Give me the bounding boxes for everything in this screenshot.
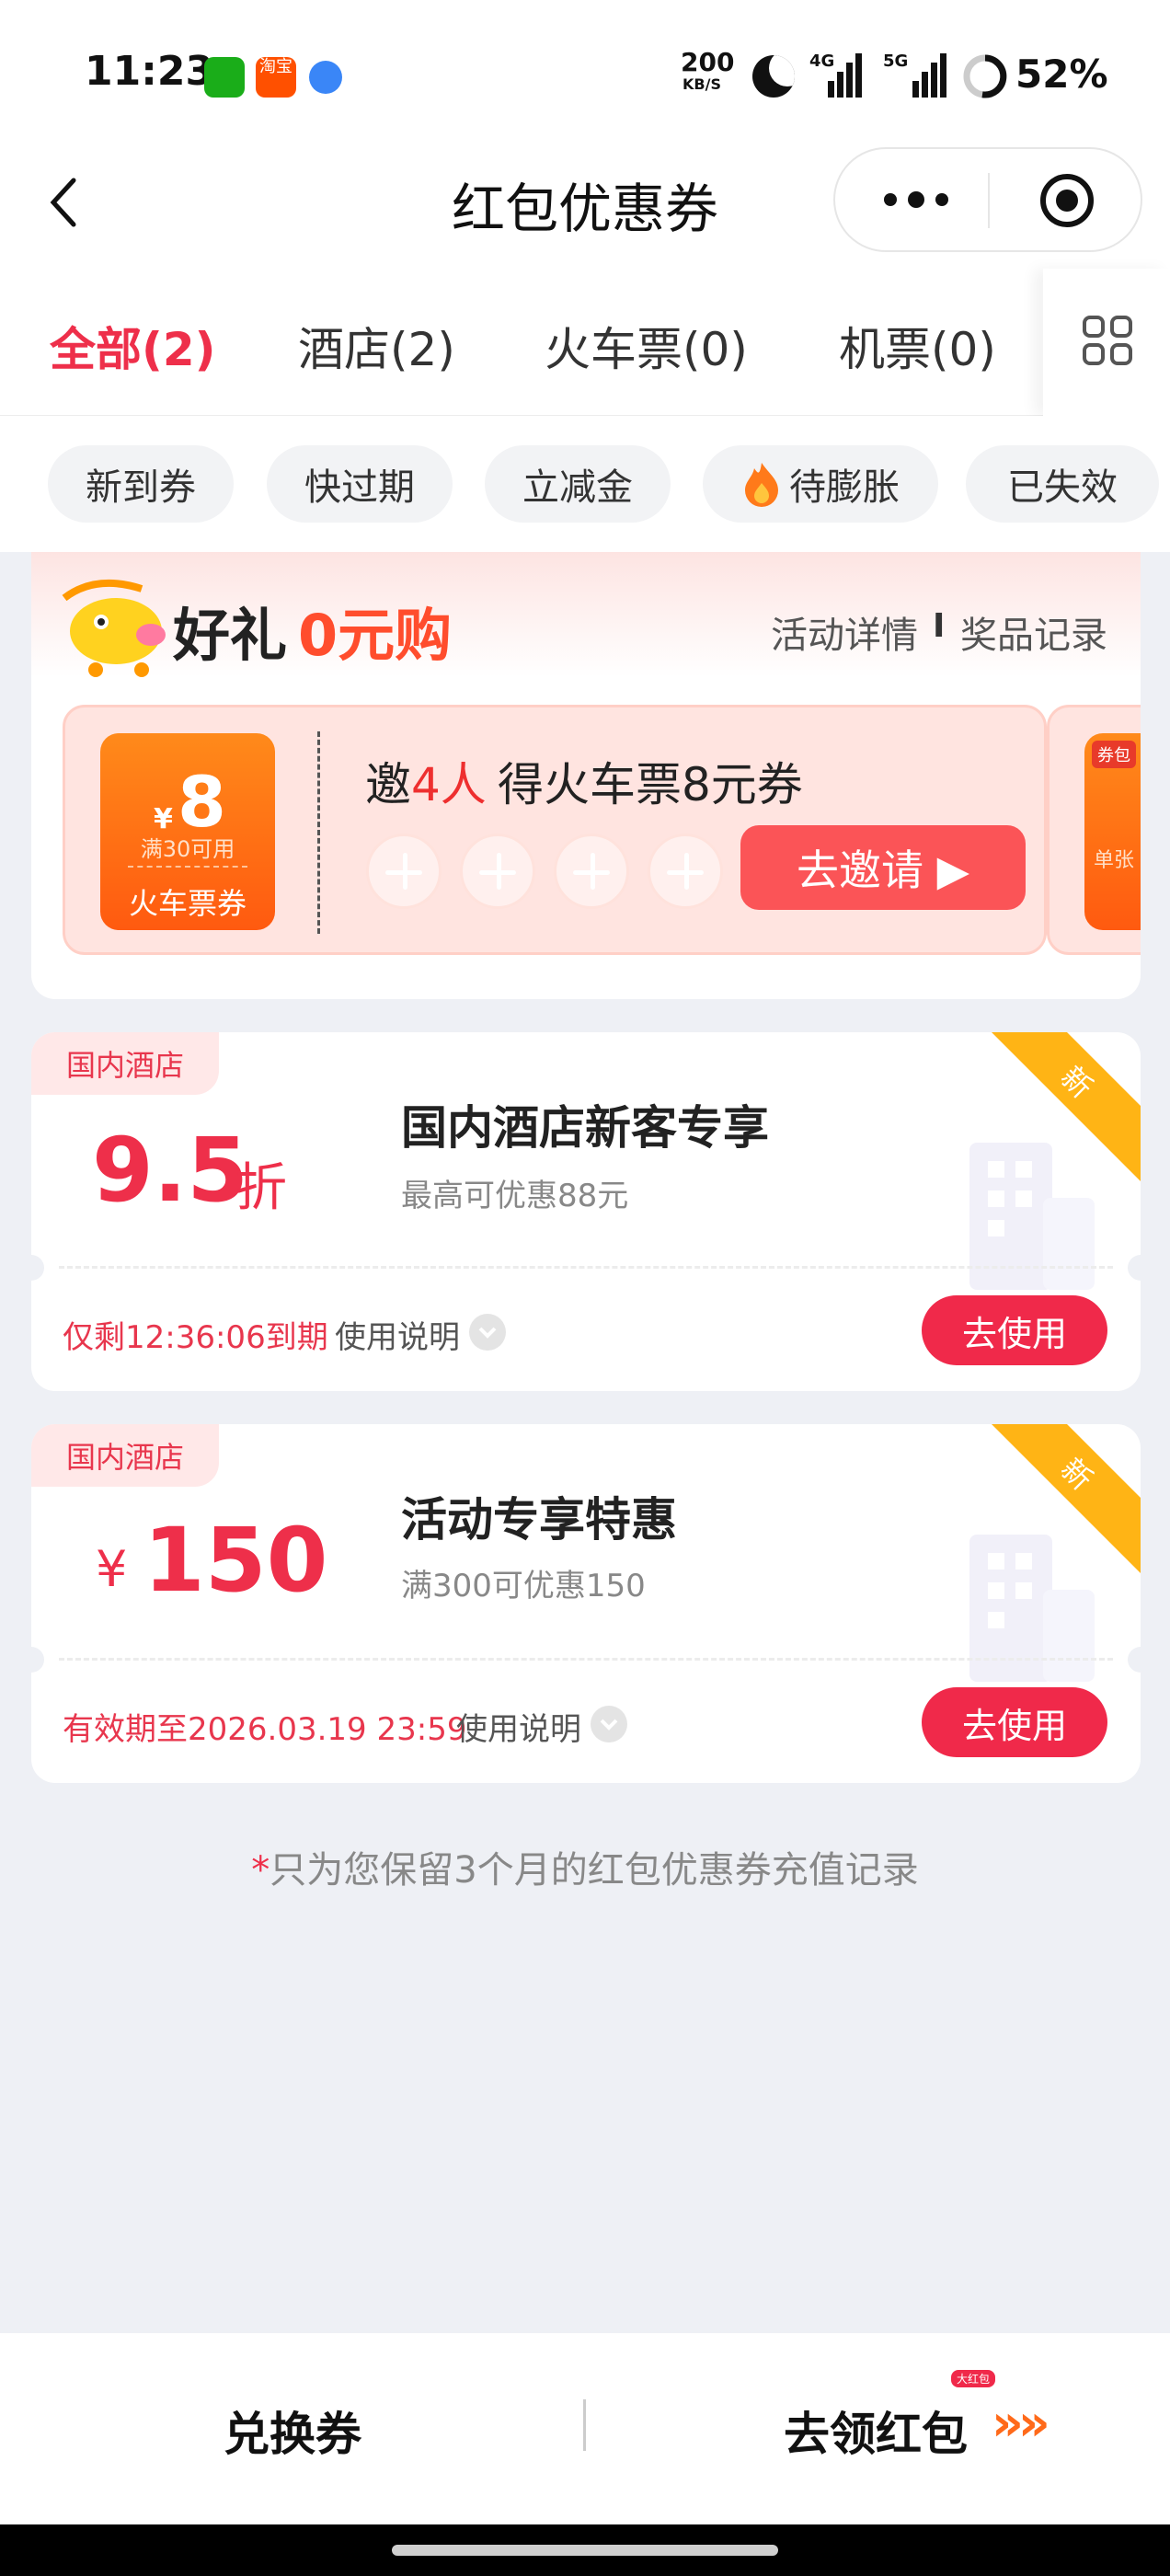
- coupon-divider: [59, 1658, 1113, 1661]
- notch-right: [1128, 1647, 1141, 1673]
- battery-icon: [962, 53, 1008, 99]
- coupon-dash: [128, 866, 247, 868]
- mascot-icon: [59, 570, 184, 681]
- tab-grid-button[interactable]: [1043, 269, 1170, 416]
- tab-flight[interactable]: 机票(0): [839, 313, 996, 379]
- use-coupon-button[interactable]: 去使用: [922, 1295, 1107, 1365]
- capsule-menu: [833, 147, 1142, 252]
- battery-percent: 52%: [1015, 52, 1108, 97]
- coupon-card-2: 国内酒店 新 ¥ 150 活动专享特惠 满300可优惠150 有效期至2026.…: [31, 1424, 1141, 1783]
- taobao-icon-text: 淘宝: [259, 57, 292, 76]
- notch-right: [1128, 1255, 1141, 1281]
- coupon-title: 国内酒店新客专享: [401, 1101, 769, 1155]
- next-invite-panel[interactable]: 券包 单张: [1047, 705, 1141, 955]
- coupon-type: 火车票券: [128, 886, 247, 921]
- invite-panel: ¥ 8 满30可用 火车票券 邀 4人 得火车票8元券 去邀请 ▶: [63, 705, 1047, 955]
- use-coupon-button[interactable]: 去使用: [922, 1687, 1107, 1757]
- bottom-bar: 兑换券 去领红包 大红包 »»: [0, 2333, 1170, 2524]
- coupon-tag: 国内酒店: [31, 1424, 219, 1487]
- red-packet-mini-tag: 大红包: [951, 2370, 996, 2387]
- fire-icon: [741, 461, 782, 507]
- footnote-star: *: [251, 1849, 270, 1892]
- more-icon[interactable]: [879, 186, 953, 213]
- promo-divider: I: [933, 607, 946, 645]
- browser-icon: [309, 61, 342, 94]
- coupon-tag: 国内酒店: [31, 1032, 219, 1095]
- tab-hotel[interactable]: 酒店(2): [298, 313, 455, 379]
- exchange-coupon-button[interactable]: 兑换券: [0, 2398, 585, 2464]
- retention-footnote: *只为您保留3个月的红包优惠券充值记录: [0, 1840, 1170, 1893]
- usage-instructions[interactable]: 使用说明: [335, 1312, 460, 1357]
- invite-slot-4-icon[interactable]: [648, 834, 723, 909]
- coupon-condition: 满30可用: [140, 836, 235, 862]
- invite-slot-1-icon[interactable]: [366, 834, 442, 909]
- usage-instructions[interactable]: 使用说明: [456, 1704, 581, 1749]
- train-coupon: ¥ 8 满30可用 火车票券: [100, 733, 275, 930]
- coupon-desc: 最高可优惠88元: [401, 1178, 629, 1214]
- coupon-card-1: 国内酒店 新 9.5 折 国内酒店新客专享 最高可优惠88元 仅剩12:36:0…: [31, 1032, 1141, 1391]
- grid-icon: [1082, 315, 1133, 366]
- prize-record-link[interactable]: 奖品记录: [960, 605, 1107, 659]
- activity-detail-link[interactable]: 活动详情: [771, 605, 918, 659]
- promo-card: 好礼 0元购 活动详情 I 奖品记录 ¥ 8 满30可用 火车票券 邀 4人 得…: [31, 552, 1141, 999]
- coupon-divider: [59, 1266, 1113, 1269]
- coupon-expiry: 有效期至2026.03.19 23:59: [63, 1711, 467, 1748]
- invite-text-b: 4人: [411, 758, 487, 811]
- wechat-icon: [204, 57, 245, 98]
- coupon-title: 活动专享特惠: [401, 1493, 677, 1547]
- discount-value: 9.5: [92, 1119, 249, 1222]
- chevron-down-icon[interactable]: [591, 1706, 627, 1742]
- status-time: 11:23: [85, 48, 214, 95]
- invite-slot-2-icon[interactable]: [460, 834, 535, 909]
- taobao-icon: 淘宝: [256, 57, 296, 98]
- home-indicator[interactable]: [392, 2545, 778, 2556]
- invite-separator: [317, 731, 320, 934]
- arrow-right-icon[interactable]: »»: [992, 2394, 1050, 2452]
- net-speed-value: 200: [681, 47, 735, 77]
- status-bar: 11:23 淘宝 200 KB/S 4G 5G 52%: [0, 0, 1170, 143]
- invite-text-c: 得火车票8元券: [498, 758, 803, 811]
- next-coupon: 券包 单张: [1084, 733, 1141, 930]
- nav-bar: 红包优惠券: [0, 129, 1170, 276]
- bottom-divider: [583, 2399, 586, 2451]
- invite-button[interactable]: 去邀请 ▶: [740, 825, 1026, 910]
- coupon-desc: 满300可优惠150: [401, 1568, 646, 1604]
- chip-to-expand-label: 待膨胀: [789, 466, 900, 509]
- net-speed-unit: KB/S: [682, 75, 721, 93]
- chevron-down-icon[interactable]: [469, 1314, 506, 1351]
- system-nav-bar: [0, 2524, 1170, 2576]
- coupon-pack-tag: 券包: [1092, 741, 1136, 768]
- footnote-text: 只为您保留3个月的红包优惠券充值记录: [270, 1849, 919, 1892]
- invite-text-a: 邀: [365, 758, 411, 811]
- capsule-divider: [988, 173, 990, 228]
- notch-left: [31, 1255, 44, 1281]
- chip-expiring[interactable]: 快过期: [267, 445, 453, 523]
- chip-instant-discount[interactable]: 立减金: [485, 445, 671, 523]
- chip-to-expand[interactable]: 待膨胀: [703, 445, 938, 523]
- coupon-expiry: 仅剩12:36:06到期: [63, 1319, 328, 1356]
- currency-symbol: ¥: [96, 1540, 128, 1598]
- notch-left: [31, 1647, 44, 1673]
- promo-title-a: 好礼: [173, 602, 288, 669]
- discount-unit: 折: [235, 1158, 287, 1218]
- close-target-icon[interactable]: [1038, 171, 1096, 230]
- tab-all[interactable]: 全部(2): [50, 313, 216, 379]
- get-red-packet-button[interactable]: 去领红包: [784, 2398, 968, 2464]
- chip-new[interactable]: 新到券: [48, 445, 234, 523]
- next-coupon-text: 单张: [1094, 849, 1135, 872]
- chip-expired[interactable]: 已失效: [966, 445, 1159, 523]
- moon-icon: [752, 55, 795, 98]
- amount-value: 150: [143, 1509, 328, 1612]
- invite-slot-3-icon[interactable]: [554, 834, 629, 909]
- signal-icon: [815, 53, 863, 98]
- tab-train[interactable]: 火车票(0): [545, 313, 748, 379]
- promo-title-b: 0元购: [298, 602, 453, 669]
- signal-icon-2: [892, 53, 947, 98]
